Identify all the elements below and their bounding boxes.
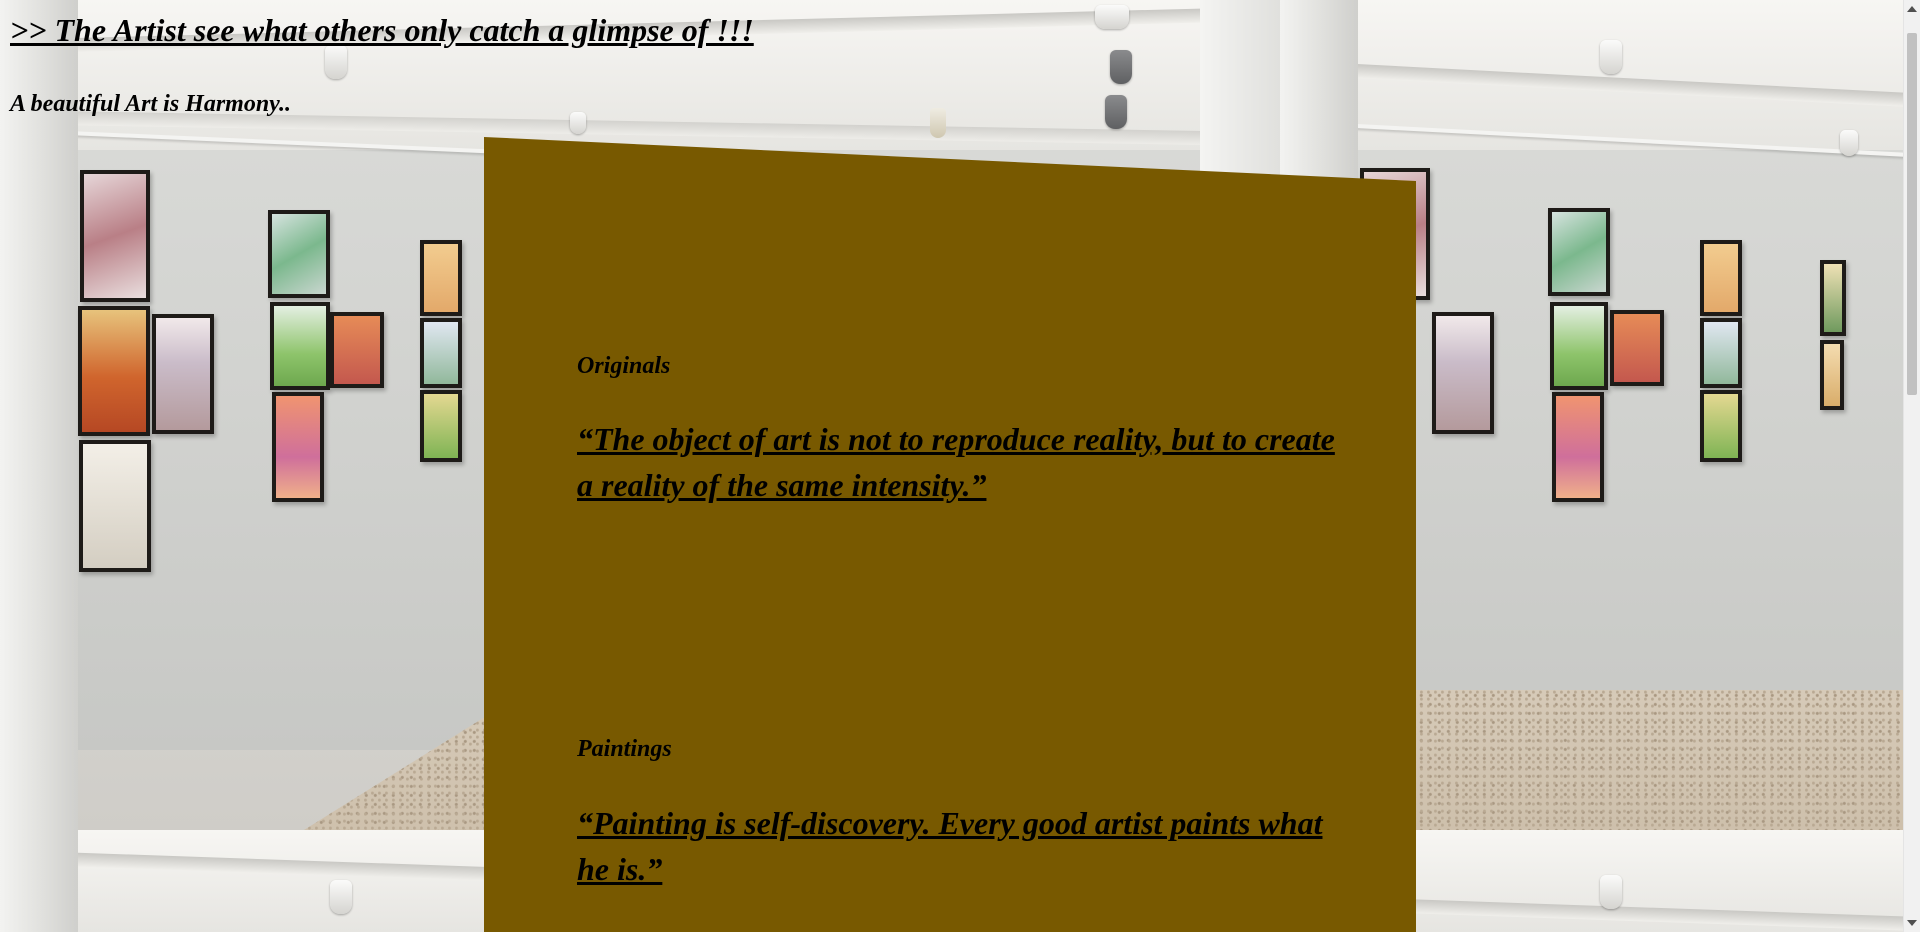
framed-painting xyxy=(330,312,384,388)
page-tagline: A beautiful Art is Harmony.. xyxy=(10,91,291,117)
framed-painting xyxy=(420,390,462,462)
framed-painting xyxy=(1548,208,1610,296)
framed-painting xyxy=(1820,340,1844,410)
vertical-scrollbar[interactable] xyxy=(1903,0,1920,932)
page-headline: >> The Artist see what others only catch… xyxy=(10,12,754,48)
framed-painting xyxy=(272,392,324,502)
framed-painting xyxy=(79,440,151,572)
framed-painting xyxy=(1700,318,1742,388)
section-label-originals: Originals xyxy=(577,353,671,379)
framed-painting xyxy=(270,302,330,390)
framed-painting xyxy=(1700,240,1742,316)
framed-painting xyxy=(1700,390,1742,462)
framed-painting xyxy=(420,318,462,388)
scroll-down-arrow-icon[interactable] xyxy=(1907,920,1917,926)
scroll-up-arrow-icon[interactable] xyxy=(1907,6,1917,12)
framed-painting xyxy=(78,306,150,436)
framed-painting xyxy=(1610,310,1664,386)
quote-originals: “The object of art is not to reproduce r… xyxy=(577,421,1335,503)
framed-painting xyxy=(420,240,462,316)
framed-painting xyxy=(80,170,150,302)
framed-painting xyxy=(152,314,214,434)
framed-painting xyxy=(1432,312,1494,434)
scrollbar-thumb[interactable] xyxy=(1907,33,1917,395)
quote-paintings: “Painting is self-discovery. Every good … xyxy=(577,805,1323,887)
section-label-paintings: Paintings xyxy=(577,736,672,762)
framed-painting xyxy=(1550,302,1608,390)
framed-painting xyxy=(1820,260,1846,336)
content-panel: Originals “The object of art is not to r… xyxy=(484,137,1416,932)
framed-painting xyxy=(268,210,330,298)
framed-painting xyxy=(1552,392,1604,502)
